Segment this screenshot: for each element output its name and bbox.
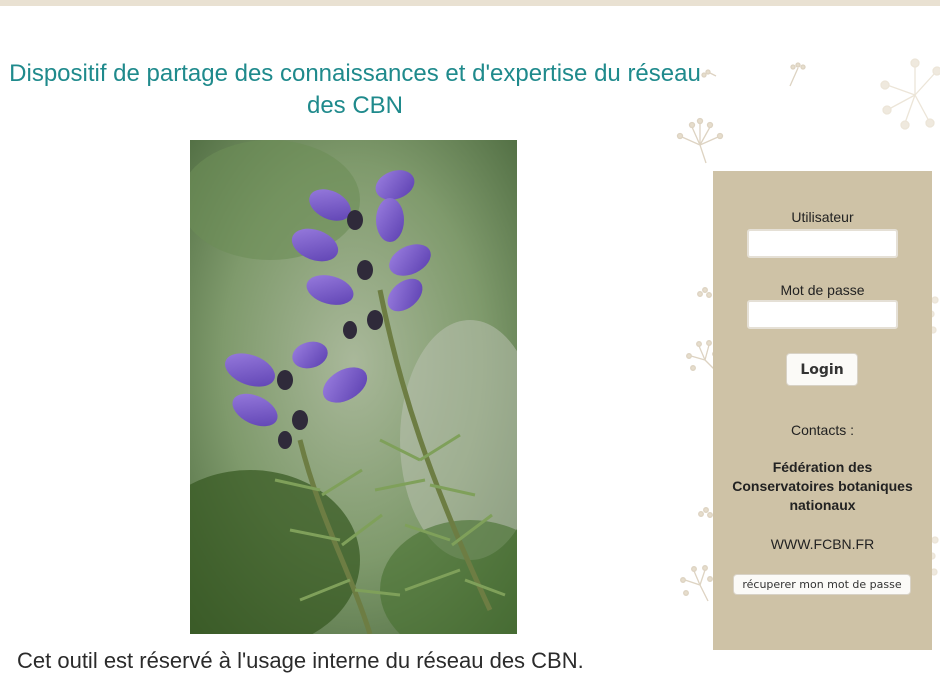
login-panel: Utilisateur Mot de passe Login Contacts … bbox=[713, 171, 932, 650]
password-input[interactable] bbox=[747, 300, 898, 329]
username-label: Utilisateur bbox=[791, 209, 854, 225]
lavender-flower-photo bbox=[190, 140, 517, 634]
org-line-2: Conservatoires botaniques bbox=[732, 478, 913, 494]
contacts-label: Contacts : bbox=[790, 422, 855, 438]
top-band bbox=[0, 0, 940, 6]
recover-password-button[interactable]: récuperer mon mot de passe bbox=[733, 574, 911, 595]
org-line-3: nationaux bbox=[789, 497, 856, 513]
password-label: Mot de passe bbox=[780, 282, 865, 298]
website-link[interactable]: WWW.FCBN.FR bbox=[713, 536, 932, 552]
organization-name: Fédération des Conservatoires botaniques… bbox=[713, 458, 932, 515]
page-title: Dispositif de partage des connaissances … bbox=[9, 60, 701, 119]
login-button[interactable]: Login bbox=[786, 353, 858, 386]
internal-use-note: Cet outil est réservé à l'usage interne … bbox=[17, 648, 584, 673]
username-input[interactable] bbox=[747, 229, 898, 258]
org-line-1: Fédération des bbox=[772, 459, 873, 475]
